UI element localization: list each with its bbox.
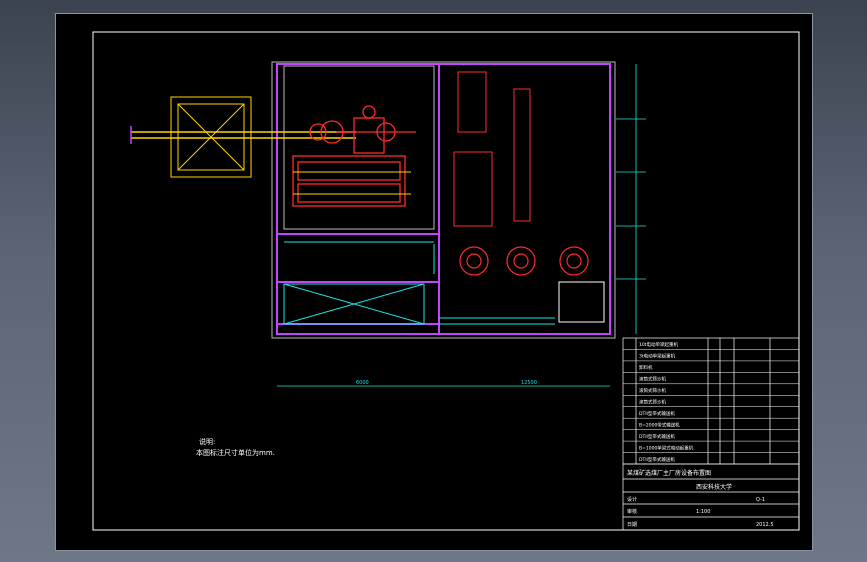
bom-row-name: 滚筒式筛沙机 — [639, 376, 666, 383]
screen-stack-1 — [453, 71, 531, 227]
bom-row-name: 3t电动单梁起重机 — [639, 353, 676, 360]
drawing-number: Q-1 — [756, 497, 765, 503]
bom-row-name: 滚筒式筛沙机 — [639, 387, 666, 394]
date-value: 2012.5 — [756, 522, 774, 528]
bom-row-name: DTII型带式输送机 — [639, 456, 675, 463]
crusher-assembly — [292, 105, 416, 207]
designer-label: 设计 — [627, 496, 637, 503]
notes-line1: 本图标注尺寸单位为mm. — [196, 448, 275, 457]
scale-value: 1:100 — [696, 509, 710, 515]
checker-label: 审核 — [627, 508, 637, 515]
bom-row-name: 10t电动单梁起重机 — [639, 341, 678, 348]
building-outline — [276, 63, 611, 335]
dim-bottom-right: 12500 — [521, 380, 537, 386]
project-title: 某煤矿选煤厂主厂房设备布置图 — [627, 469, 711, 477]
dim-bottom-left: 6000 — [356, 380, 369, 386]
bom-row-name: 滚筒式筛沙机 — [639, 399, 666, 406]
bom-row-name: DTII型带式输送机 — [639, 410, 675, 417]
bom-row-name: DTII型带式输送机 — [639, 433, 675, 440]
drawing-canvas: 6000 12500 说明: 本图标注尺寸单位为mm. 10t电动单梁起重机 3t… — [92, 31, 800, 531]
date-label: 日期 — [627, 522, 637, 528]
bom-row-name: 卸料机 — [639, 364, 653, 371]
bom-row-name: B=1000单梁式电动起重机 — [639, 444, 694, 451]
sieve-machines — [459, 246, 589, 276]
cad-viewport[interactable]: 6000 12500 说明: 本图标注尺寸单位为mm. 10t电动单梁起重机 3t… — [55, 13, 813, 551]
notes-title: 说明: — [199, 437, 215, 446]
bom-table: 10t电动单梁起重机 3t电动单梁起重机卸料机滚筒式筛沙机滚筒式筛沙机滚筒式筛沙机… — [623, 341, 799, 465]
walls — [271, 61, 616, 339]
bom-row-name: B=2000带式输送机 — [639, 421, 680, 428]
conveyor-mid — [293, 171, 411, 195]
school-name: 西安科技大学 — [696, 483, 732, 491]
right-room-floor — [439, 281, 605, 325]
hopper — [170, 96, 252, 178]
